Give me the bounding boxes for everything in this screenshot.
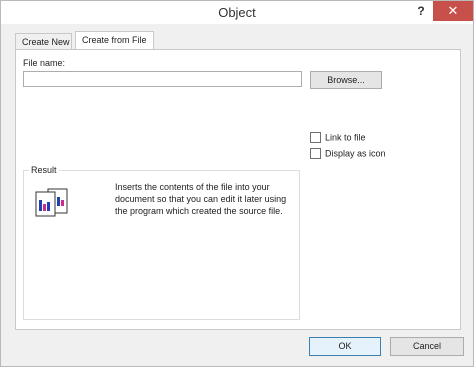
- file-object-icon: [34, 188, 70, 220]
- link-to-file-checkbox[interactable]: [310, 132, 321, 144]
- browse-button[interactable]: Browse...: [310, 71, 382, 89]
- display-as-icon-label: Display as icon: [325, 148, 386, 159]
- dialog-title: Object: [218, 5, 256, 20]
- close-button[interactable]: ✕: [433, 1, 473, 21]
- result-legend: Result: [29, 165, 59, 175]
- object-dialog: Object ? ✕ Create New Create from File F…: [0, 0, 474, 367]
- cancel-button[interactable]: Cancel: [390, 337, 464, 356]
- link-to-file-option[interactable]: Link to file: [310, 132, 366, 145]
- title-bar: Object ? ✕: [1, 1, 473, 25]
- result-group: Result Inserts the contents of the file …: [23, 165, 300, 320]
- tab-panel-create-from-file: File name: Browse... Link to file Displa…: [15, 49, 461, 330]
- link-to-file-label: Link to file: [325, 132, 366, 143]
- result-description: Inserts the contents of the file into yo…: [115, 182, 287, 216]
- close-icon: ✕: [447, 3, 459, 18]
- file-name-input[interactable]: [23, 71, 302, 87]
- tab-create-new[interactable]: Create New: [15, 33, 72, 50]
- display-as-icon-option[interactable]: Display as icon: [310, 148, 386, 161]
- ok-button[interactable]: OK: [309, 337, 381, 356]
- help-button[interactable]: ?: [413, 4, 429, 20]
- file-name-label: File name:: [23, 58, 66, 68]
- display-as-icon-checkbox[interactable]: [310, 148, 321, 160]
- tab-create-from-file[interactable]: Create from File: [75, 31, 154, 49]
